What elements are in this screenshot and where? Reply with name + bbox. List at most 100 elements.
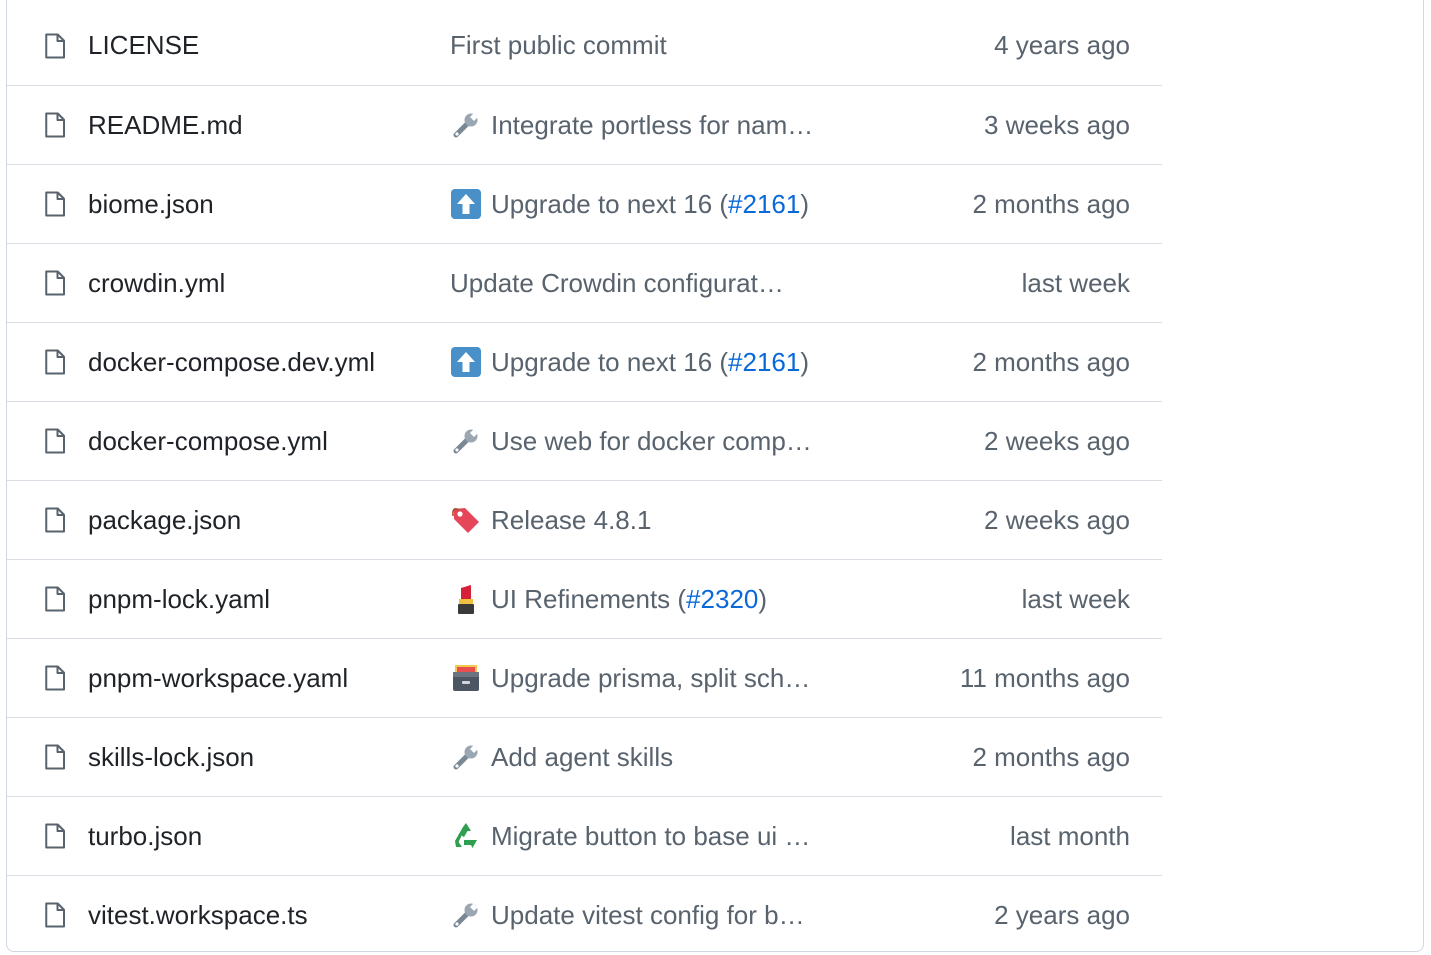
file-name-link[interactable]: LICENSE [88, 30, 450, 61]
file-name-link[interactable]: package.json [88, 505, 450, 536]
file-icon [7, 268, 88, 298]
commit-message-link[interactable]: Upgrade prisma, split sch… [491, 663, 810, 694]
file-icon [7, 900, 88, 930]
commit-message-link[interactable]: Upgrade to next 16 (#2161) [491, 189, 809, 220]
file-name-link[interactable]: pnpm-workspace.yaml [88, 663, 450, 694]
commit-message-link[interactable]: Use web for docker comp… [491, 426, 812, 457]
commit-message[interactable]: Integrate portless for nam… [450, 109, 830, 141]
bookmark-tag-icon [450, 504, 482, 536]
commit-message-link[interactable]: Release 4.8.1 [491, 505, 651, 536]
commit-message-text: Upgrade to next 16 ( [491, 188, 729, 219]
commit-message[interactable]: Upgrade prisma, split sch… [450, 662, 830, 694]
commit-message[interactable]: Update Crowdin configuratio… [450, 268, 830, 299]
file-name-link[interactable]: vitest.workspace.ts [88, 900, 450, 931]
file-icon [7, 189, 88, 219]
card-file-box-icon [450, 662, 482, 694]
wrench-icon [450, 899, 482, 931]
file-row-pnpm-lock-yaml[interactable]: pnpm-lock.yaml UI Refinements (#2320) la… [7, 559, 1162, 638]
file-icon [7, 663, 88, 693]
commit-time: 2 weeks ago [984, 504, 1130, 535]
commit-message[interactable]: Update vitest config for b… [450, 899, 830, 931]
commit-time: 2 years ago [994, 899, 1130, 930]
commit-message-text: UI Refinements ( [491, 583, 687, 614]
commit-message-text: Integrate portless for nam… [491, 109, 814, 140]
commit-message-text: Use web for docker comp… [491, 425, 812, 456]
commit-message-text: Add agent skills [491, 741, 674, 772]
commit-message[interactable]: Release 4.8.1 [450, 504, 830, 536]
commit-time: 11 months ago [959, 662, 1130, 693]
commit-time: 2 weeks ago [984, 425, 1130, 456]
pull-request-link[interactable]: #2320 [686, 584, 758, 614]
up-arrow-icon [450, 188, 482, 220]
pull-request-link[interactable]: #2161 [728, 189, 800, 219]
file-name-link[interactable]: skills-lock.json [88, 742, 450, 773]
commit-message-link[interactable]: Upgrade to next 16 (#2161) [491, 347, 809, 378]
commit-time: 2 months ago [972, 346, 1130, 377]
file-row-license[interactable]: LICENSE First public commit 4 years ago [7, 6, 1162, 85]
commit-message-text: Upgrade to next 16 ( [491, 346, 729, 377]
commit-message[interactable]: UI Refinements (#2320) [450, 583, 830, 615]
up-arrow-icon [450, 346, 482, 378]
wrench-icon [450, 109, 482, 141]
file-name-link[interactable]: biome.json [88, 189, 450, 220]
wrench-icon [450, 425, 482, 457]
commit-message[interactable]: Migrate button to base ui … [450, 820, 830, 852]
commit-message-link[interactable]: Integrate portless for nam… [491, 110, 813, 141]
commit-message-close: ) [800, 188, 810, 219]
commit-message[interactable]: Add agent skills [450, 741, 830, 773]
commit-message-text: Upgrade prisma, split sch… [491, 662, 811, 693]
commit-time: 4 years ago [994, 30, 1130, 60]
file-row-package-json[interactable]: package.json Release 4.8.1 2 weeks ago [7, 480, 1162, 559]
file-icon [7, 426, 88, 456]
commit-message-text: Update Crowdin configuratio… [450, 267, 786, 298]
commit-message-link[interactable]: First public commit [450, 30, 667, 61]
file-icon [7, 821, 88, 851]
commit-message-link[interactable]: Update Crowdin configuratio… [450, 268, 786, 299]
file-row-skills-lock-json[interactable]: skills-lock.json Add agent skills 2 mont… [7, 717, 1162, 796]
file-icon [7, 347, 88, 377]
commit-time: last month [1010, 820, 1130, 851]
file-name-link[interactable]: turbo.json [88, 821, 450, 852]
file-name-link[interactable]: docker-compose.dev.yml [88, 347, 450, 378]
commit-message-link[interactable]: Migrate button to base ui … [491, 821, 810, 852]
commit-time: 3 weeks ago [984, 109, 1130, 140]
commit-message[interactable]: Use web for docker comp… [450, 425, 830, 457]
file-name-link[interactable]: pnpm-lock.yaml [88, 584, 450, 615]
commit-message-text: Migrate button to base ui … [491, 820, 811, 851]
commit-time: last week [1021, 267, 1130, 298]
commit-message-link[interactable]: Add agent skills [491, 742, 673, 773]
commit-message[interactable]: First public commit [450, 30, 830, 61]
recycle-icon [450, 820, 482, 852]
file-icon [7, 742, 88, 772]
file-icon [7, 505, 88, 535]
commit-message[interactable]: Upgrade to next 16 (#2161) [450, 346, 830, 378]
commit-message-close: ) [758, 583, 768, 614]
commit-message-text: First public commit [450, 30, 667, 60]
file-name-link[interactable]: README.md [88, 110, 450, 141]
file-row-readme-md[interactable]: README.md Integrate portless for nam… 3 … [7, 85, 1162, 164]
file-row-pnpm-workspace-yaml[interactable]: pnpm-workspace.yaml Upgrade prisma, spli… [7, 638, 1162, 717]
commit-time: 2 months ago [972, 188, 1130, 219]
file-row-docker-compose-yml[interactable]: docker-compose.yml Use web for docker co… [7, 401, 1162, 480]
file-row-biome-json[interactable]: biome.json Upgrade to next 16 (#2161) 2 … [7, 164, 1162, 243]
commit-message-text: Update vitest config for b… [491, 899, 805, 930]
file-name-link[interactable]: docker-compose.yml [88, 426, 450, 457]
file-icon [7, 584, 88, 614]
file-icon [7, 110, 88, 140]
wrench-icon [450, 741, 482, 773]
commit-time: last week [1021, 583, 1130, 614]
file-row-turbo-json[interactable]: turbo.json Migrate button to base ui … l… [7, 796, 1162, 875]
lipstick-icon [450, 583, 482, 615]
file-row-vitest-workspace-ts[interactable]: vitest.workspace.ts Update vitest config… [7, 875, 1162, 954]
commit-message-close: ) [800, 346, 810, 377]
commit-message-link[interactable]: Update vitest config for b… [491, 900, 805, 931]
commit-message-link[interactable]: UI Refinements (#2320) [491, 584, 767, 615]
commit-message[interactable]: Upgrade to next 16 (#2161) [450, 188, 830, 220]
pull-request-link[interactable]: #2161 [728, 347, 800, 377]
file-name-link[interactable]: crowdin.yml [88, 268, 450, 299]
file-row-crowdin-yml[interactable]: crowdin.yml Update Crowdin configuratio…… [7, 243, 1162, 322]
file-row-docker-compose-dev-yml[interactable]: docker-compose.dev.yml Upgrade to next 1… [7, 322, 1162, 401]
file-list: LICENSE First public commit 4 years ago … [7, 6, 1162, 954]
file-icon [7, 31, 88, 61]
commit-time: 2 months ago [972, 741, 1130, 772]
